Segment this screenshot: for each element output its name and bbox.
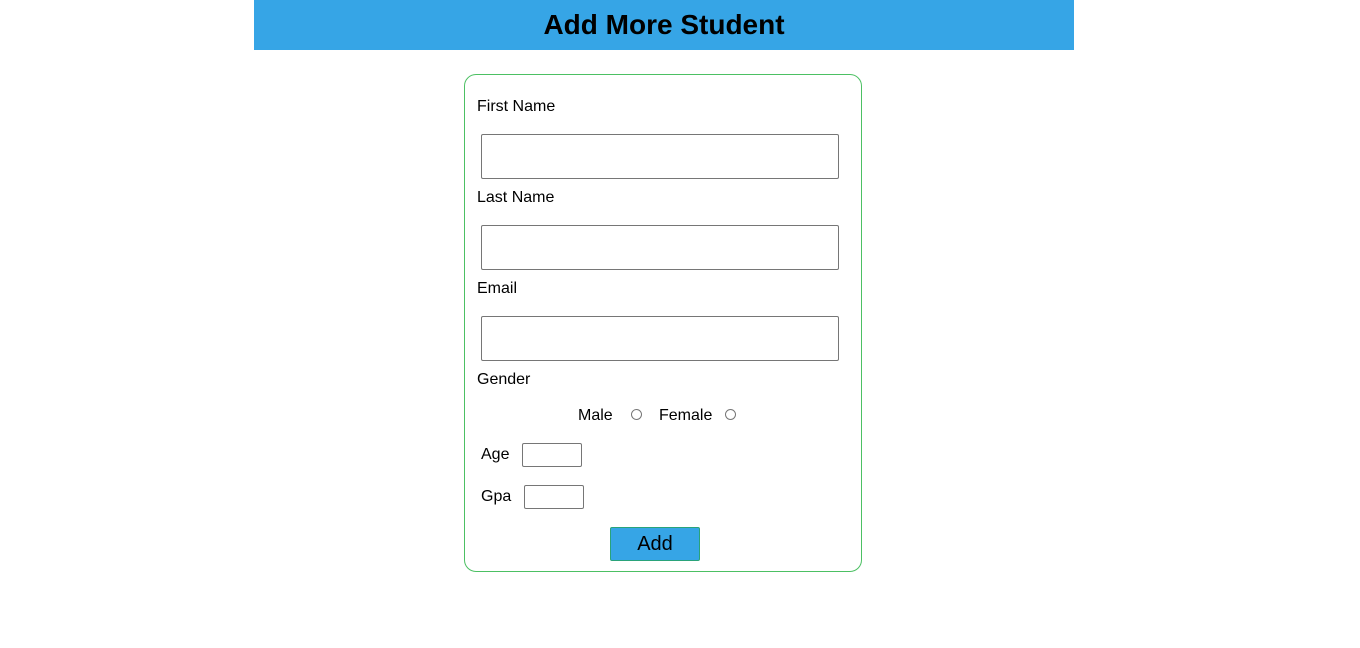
gender-radio-female[interactable]: [725, 409, 736, 420]
add-button[interactable]: Add: [610, 527, 700, 561]
last-name-label: Last Name: [477, 189, 555, 206]
gpa-label: Gpa: [481, 488, 512, 505]
gender-option-male-label: Male: [578, 407, 613, 424]
first-name-label: First Name: [477, 98, 556, 115]
gender-option-female-label: Female: [659, 407, 713, 424]
gpa-input[interactable]: [524, 485, 584, 509]
add-student-form: First Name Last Name Email Gender Male F…: [464, 74, 862, 572]
email-input[interactable]: [481, 316, 839, 361]
page-header: Add More Student: [254, 0, 1074, 50]
page-title: Add More Student: [543, 9, 785, 40]
gender-radio-male[interactable]: [631, 409, 642, 420]
age-input[interactable]: [522, 443, 582, 467]
age-label: Age: [481, 446, 510, 463]
gender-label: Gender: [477, 371, 531, 388]
last-name-input[interactable]: [481, 225, 839, 270]
first-name-input[interactable]: [481, 134, 839, 179]
email-label: Email: [477, 280, 518, 297]
